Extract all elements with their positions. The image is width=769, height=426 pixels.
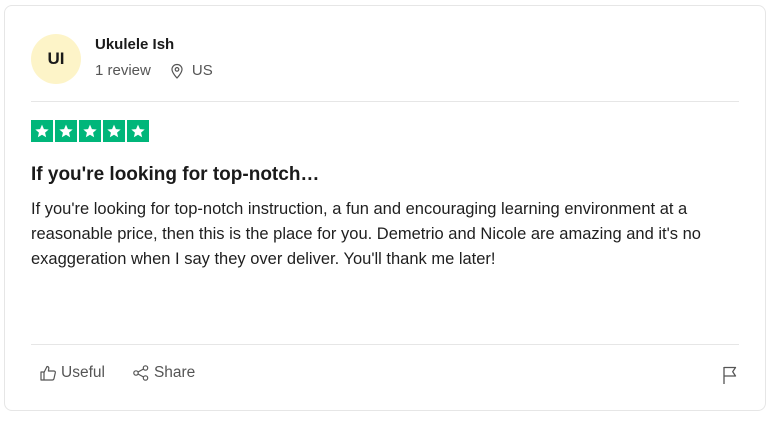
divider <box>31 344 739 345</box>
review-title[interactable]: If you're looking for top-notch… <box>31 163 319 187</box>
consumer-meta: 1 review US <box>95 62 213 79</box>
share-icon <box>133 365 149 381</box>
useful-label: Useful <box>61 364 105 381</box>
review-card: UI Ukulele Ish 1 review US If you're loo… <box>4 5 766 411</box>
star-icon <box>55 120 77 142</box>
divider <box>31 101 739 102</box>
share-label: Share <box>153 364 196 381</box>
review-actions: Useful Share <box>39 364 195 382</box>
consumer-name[interactable]: Ukulele Ish <box>95 35 213 55</box>
country-label: US <box>191 62 213 79</box>
star-icon <box>79 120 101 142</box>
share-button[interactable]: Share <box>132 364 195 382</box>
useful-button[interactable]: Useful <box>39 364 105 382</box>
consumer-header: UI Ukulele Ish 1 review US <box>31 32 213 84</box>
avatar[interactable]: UI <box>31 34 81 84</box>
thumbs-up-icon <box>40 365 56 381</box>
star-icon <box>31 120 53 142</box>
consumer-location: US <box>169 62 213 79</box>
star-rating <box>31 120 149 142</box>
review-count: 1 review <box>95 62 151 79</box>
report-button[interactable] <box>721 365 739 390</box>
star-icon <box>127 120 149 142</box>
location-pin-icon <box>171 63 183 79</box>
flag-icon <box>723 366 737 384</box>
consumer-info: Ukulele Ish 1 review US <box>95 32 213 79</box>
star-icon <box>103 120 125 142</box>
review-text: If you're looking for top-notch instruct… <box>31 200 701 268</box>
